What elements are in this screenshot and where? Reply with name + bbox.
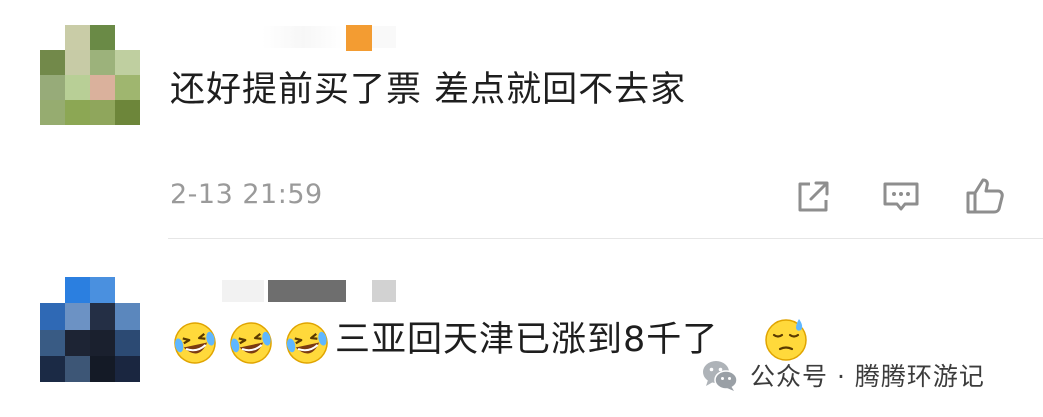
wechat-icon — [703, 361, 738, 391]
comment-text: 还好提前买了票 差点就回不去家 — [170, 70, 687, 110]
laughing-crying-emoji — [286, 322, 328, 364]
laughing-crying-emoji — [230, 322, 272, 364]
user-badge — [346, 25, 372, 51]
commenter-avatar[interactable] — [40, 25, 140, 125]
comment-icon[interactable] — [881, 176, 921, 216]
commenter-name-part — [268, 280, 346, 302]
commenter-avatar[interactable] — [40, 277, 140, 382]
user-badge-tail — [372, 26, 396, 48]
like-icon[interactable] — [965, 176, 1005, 216]
share-icon[interactable] — [793, 176, 833, 216]
user-badge — [372, 280, 396, 302]
comment-divider — [168, 238, 1043, 239]
commenter-name[interactable] — [222, 280, 264, 302]
laughing-crying-emoji — [174, 322, 216, 364]
comment-text: 三亚回天津已涨到8千了 — [335, 320, 719, 360]
commenter-name[interactable] — [262, 26, 344, 48]
watermark-text: 公众号 · 腾腾环游记 — [750, 362, 985, 391]
watermark: 公众号 · 腾腾环游记 — [700, 355, 985, 395]
comment-timestamp: 2-13 21:59 — [170, 179, 323, 210]
